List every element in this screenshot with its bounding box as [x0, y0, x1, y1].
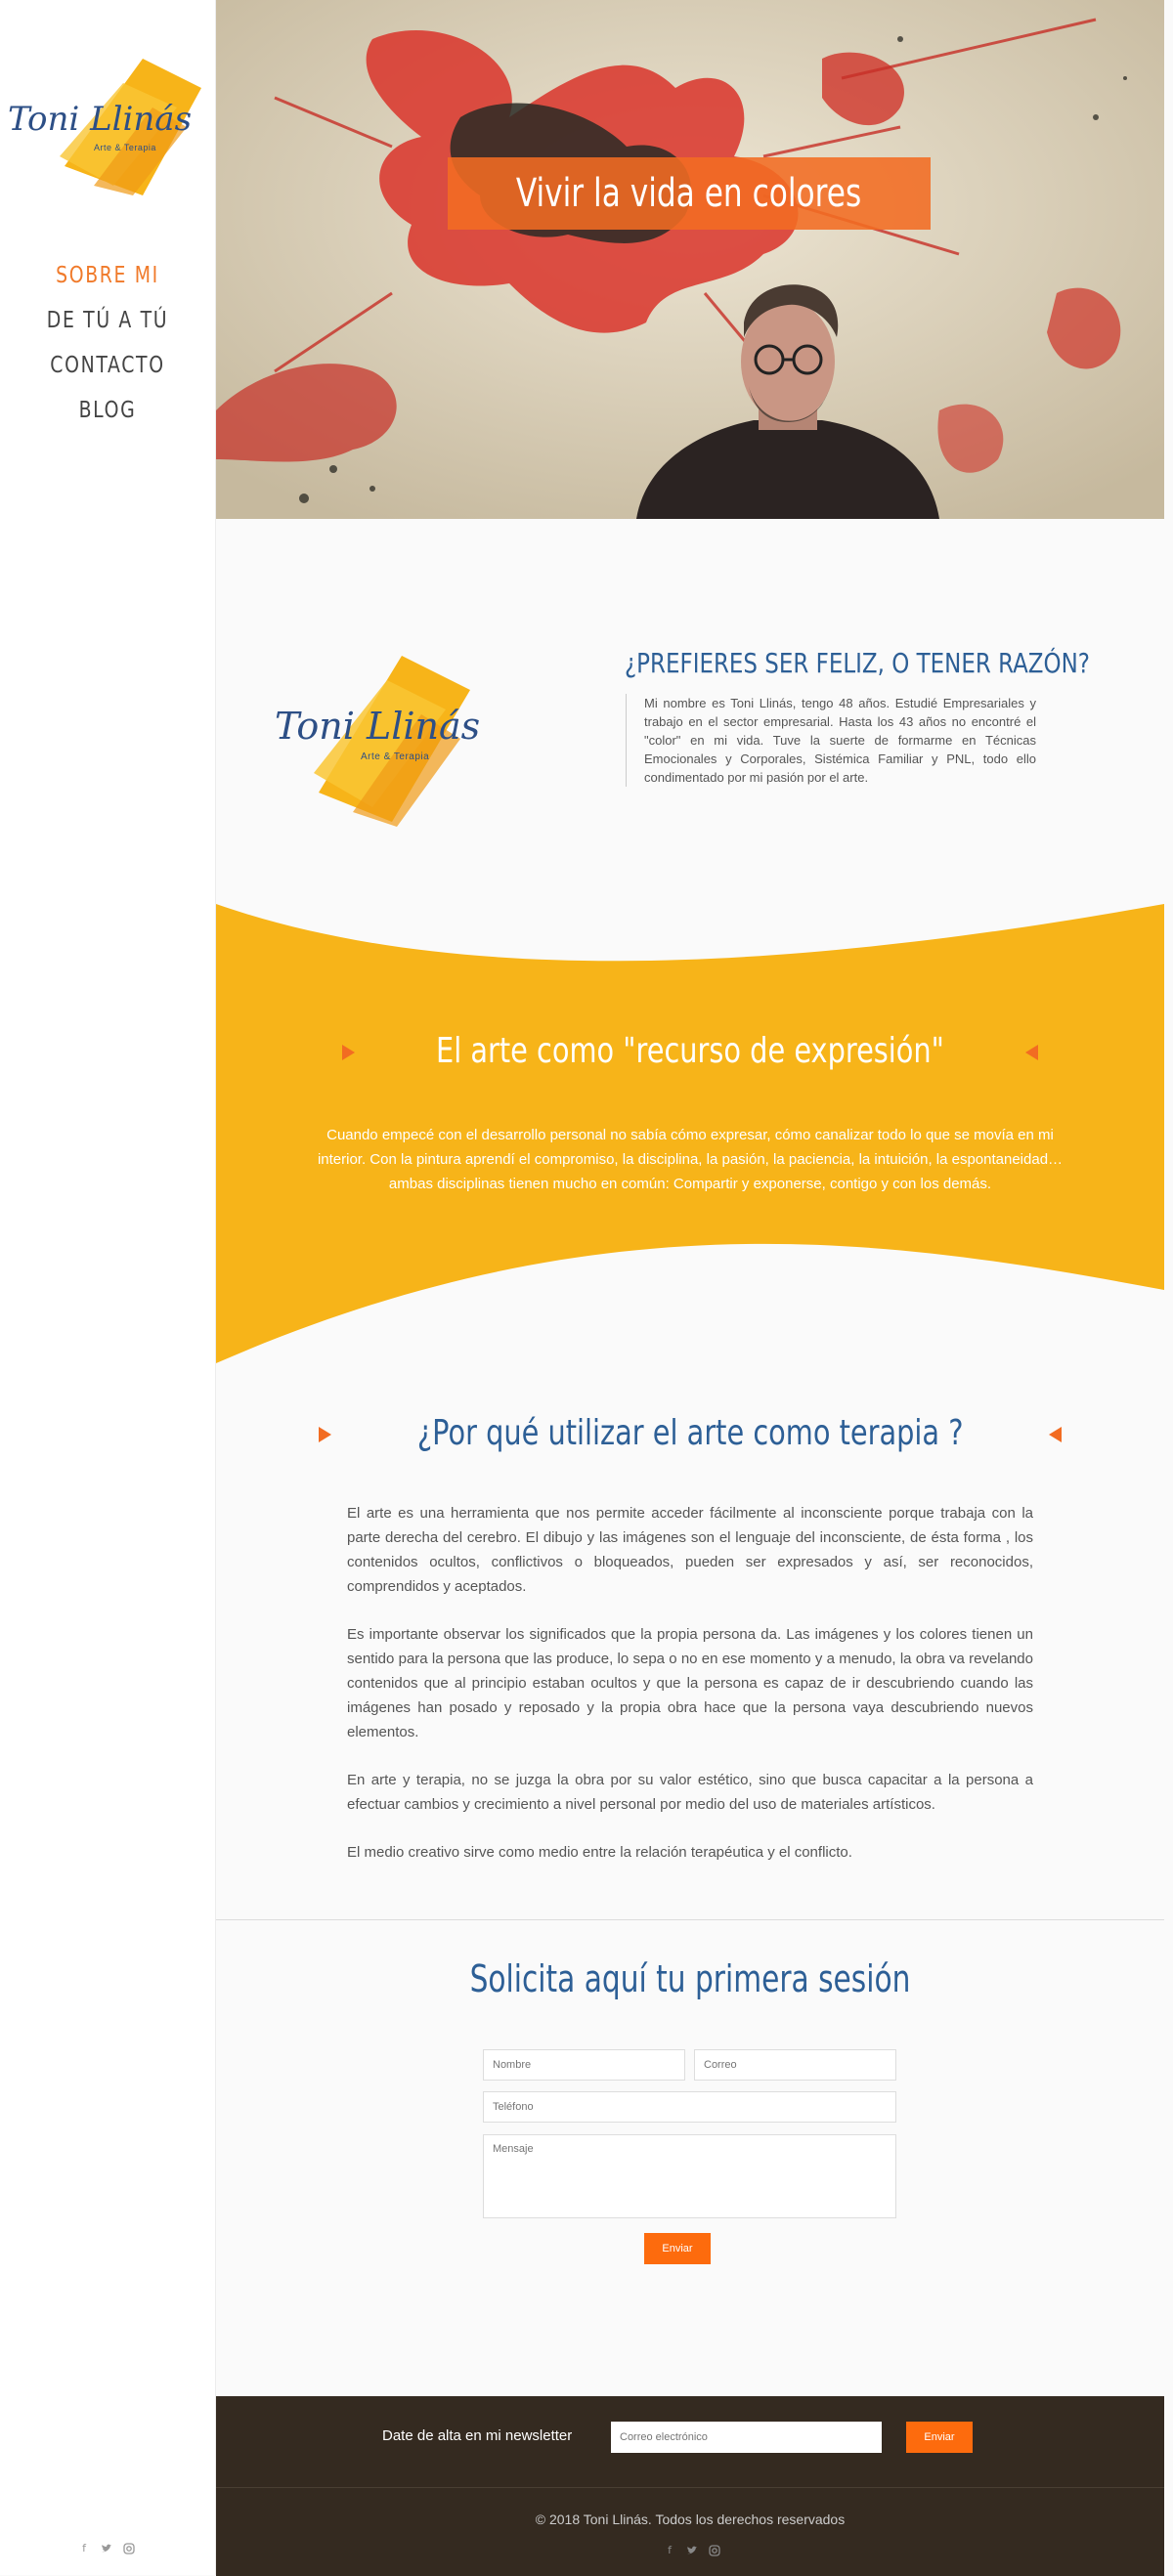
main-nav: SOBRE MI DE TÚ A TÚ CONTACTO BLOG — [0, 256, 215, 436]
band-paragraph: Cuando empecé con el desarrollo personal… — [317, 1127, 1064, 1192]
twitter-icon[interactable] — [686, 2545, 698, 2556]
hero-banner: Vivir la vida en colores — [216, 0, 1164, 519]
main-content: Vivir la vida en colores Toni Llinás Art… — [216, 0, 1164, 2576]
instagram-icon[interactable] — [709, 2545, 720, 2556]
why-heading: ¿Por qué utilizar el arte como terapia ? — [216, 1413, 1164, 1453]
logo-name: Toni Llinás — [8, 100, 193, 139]
copyright-text: © 2018 Toni Llinás. Todos los derechos r… — [535, 2512, 846, 2527]
send-button[interactable]: Enviar — [644, 2233, 711, 2264]
facebook-icon[interactable]: f — [78, 2543, 90, 2555]
why-paragraph: El arte es una herramienta que nos permi… — [347, 1505, 1033, 1595]
name-input[interactable] — [483, 2049, 685, 2081]
sidebar-social: f — [78, 2543, 135, 2555]
triangle-right-icon — [318, 1427, 331, 1442]
form-heading: Solicita aquí tu primera sesión — [469, 1957, 911, 2000]
section-divider — [216, 1919, 1164, 1920]
facebook-icon[interactable]: f — [664, 2545, 675, 2556]
nav-blog[interactable]: BLOG — [20, 391, 196, 436]
hero-title: Vivir la vida en colores — [448, 157, 931, 230]
hero-paint-splatter-image — [216, 0, 1164, 519]
newsletter-send-button[interactable]: Enviar — [906, 2422, 973, 2453]
triangle-left-icon — [1049, 1427, 1063, 1442]
nav-de-tu-a-tu[interactable]: DE TÚ A TÚ — [20, 301, 196, 346]
why-paragraph: El medio creativo sirve como medio entre… — [347, 1844, 852, 1861]
why-body: El arte es una herramienta que nos permi… — [347, 1501, 1033, 1888]
email-input[interactable] — [694, 2049, 896, 2081]
intro-logo-name: Toni Llinás — [275, 705, 481, 748]
band-heading: El arte como "recurso de expresión" — [216, 1031, 1164, 1071]
intro-section: Toni Llinás Arte & Terapia ¿PREFIERES SE… — [216, 519, 1164, 910]
newsletter-email-input[interactable] — [611, 2422, 882, 2453]
newsletter-label: Date de alta en mi newsletter — [382, 2427, 573, 2444]
triangle-right-icon — [342, 1045, 356, 1060]
nav-contacto[interactable]: CONTACTO — [20, 346, 196, 391]
why-paragraph: Es importante observar los significados … — [347, 1626, 1033, 1740]
intro-logo-tagline: Arte & Terapia — [361, 751, 430, 762]
intro-heading: ¿PREFIERES SER FELIZ, O TENER RAZÓN? — [625, 647, 1090, 679]
message-textarea[interactable] — [483, 2134, 896, 2218]
sidebar: Toni Llinás Arte & Terapia SOBRE MI DE T… — [0, 0, 216, 2575]
instagram-icon[interactable] — [123, 2543, 135, 2555]
footer-social: f — [664, 2545, 720, 2556]
logo-tagline: Arte & Terapia — [94, 143, 156, 152]
newsletter-bar: Date de alta en mi newsletter Enviar — [216, 2396, 1164, 2487]
twitter-icon[interactable] — [101, 2543, 112, 2555]
triangle-left-icon — [1024, 1045, 1038, 1060]
nav-sobre-mi[interactable]: SOBRE MI — [20, 256, 196, 301]
site-logo[interactable]: Toni Llinás Arte & Terapia — [6, 49, 211, 205]
phone-input[interactable] — [483, 2091, 896, 2123]
why-paragraph: En arte y terapia, no se juzga la obra p… — [347, 1772, 1033, 1813]
footer: © 2018 Toni Llinás. Todos los derechos r… — [216, 2487, 1164, 2576]
intro-paragraph: Mi nombre es Toni Llinás, tengo 48 años.… — [626, 694, 1036, 787]
